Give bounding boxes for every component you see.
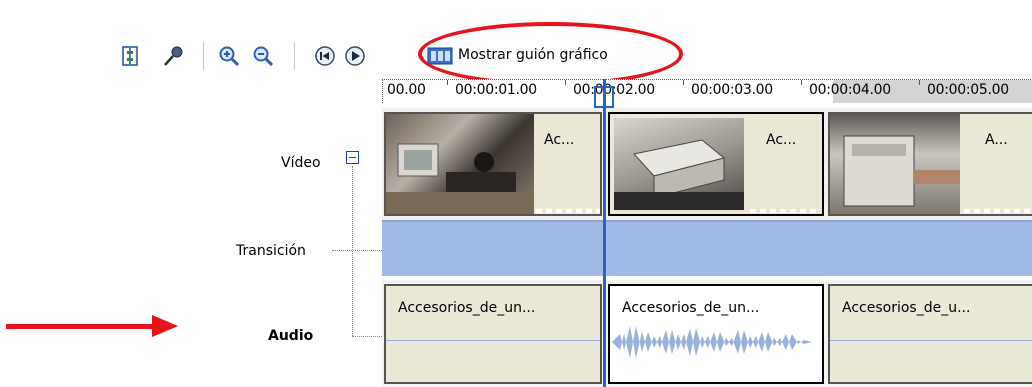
narrate-button[interactable] xyxy=(160,43,186,69)
video-clip[interactable]: Ac... xyxy=(384,112,602,216)
annotation-arrow xyxy=(6,324,156,329)
playhead-line[interactable] xyxy=(603,79,606,387)
audio-levels-icon xyxy=(122,46,138,66)
collapse-video-track-button[interactable] xyxy=(346,151,359,164)
audio-track-label: Audio xyxy=(268,328,314,344)
zoom-in-button[interactable] xyxy=(216,43,242,69)
transition-track-label: Transición xyxy=(236,243,306,259)
ruler-label: 00:00:05.00 xyxy=(927,82,1009,98)
ruler-label: 00:00:04.00 xyxy=(809,82,891,98)
waveform-baseline xyxy=(830,340,1032,341)
audio-clip-title: Accesorios_de_u... xyxy=(842,300,971,316)
film-strip-perforations xyxy=(750,209,820,213)
track-tree-line xyxy=(352,336,384,337)
clip-thumbnail xyxy=(386,114,534,214)
ruler-tick xyxy=(919,80,920,85)
microphone-icon xyxy=(164,46,183,66)
video-clip-title: A... xyxy=(985,132,1008,148)
zoom-out-icon xyxy=(253,46,274,67)
annotation-highlight-ellipse xyxy=(418,22,683,86)
zoom-out-button[interactable] xyxy=(250,43,276,69)
clip-thumbnail xyxy=(830,114,960,214)
video-clip-selected[interactable]: Ac... xyxy=(608,112,824,216)
film-strip-perforations xyxy=(536,209,600,213)
transition-track[interactable] xyxy=(382,220,1032,276)
rewind-button[interactable] xyxy=(312,43,338,69)
waveform-baseline xyxy=(386,340,600,341)
ruler-label: 00.00 xyxy=(387,82,426,98)
video-clip-title: Ac... xyxy=(544,132,575,148)
audio-track[interactable]: Accesorios_de_un... Accesorios_de_un... … xyxy=(382,280,1032,387)
rewind-icon xyxy=(315,46,335,66)
audio-clip[interactable]: Accesorios_de_u... xyxy=(828,284,1032,384)
audio-clip[interactable]: Accesorios_de_un... xyxy=(384,284,602,384)
video-track[interactable]: Ac... Ac... A... xyxy=(382,108,1032,220)
film-strip-perforations xyxy=(964,209,1032,213)
set-levels-button[interactable] xyxy=(117,43,143,69)
audio-clip-title: Accesorios_de_un... xyxy=(398,300,536,316)
audio-waveform xyxy=(612,326,820,358)
ruler-tick xyxy=(683,80,684,85)
ruler-label: 00:00:03.00 xyxy=(691,82,773,98)
playhead-handle[interactable] xyxy=(594,86,614,108)
video-track-label: Vídeo xyxy=(281,155,321,171)
clip-thumbnail xyxy=(614,118,744,210)
audio-clip-selected[interactable]: Accesorios_de_un... xyxy=(608,284,824,384)
time-ruler[interactable]: 00.00 00:00:01.00 00:00:02.00 00:00:03.0… xyxy=(382,79,1032,103)
video-clip[interactable]: A... xyxy=(828,112,1032,216)
play-icon xyxy=(345,46,365,66)
annotation-arrow-head xyxy=(152,315,178,337)
toolbar-separator xyxy=(294,42,296,70)
ruler-tick xyxy=(447,80,448,85)
timeline-tracks[interactable]: Ac... Ac... A... Accesorios_de_un... Acc… xyxy=(382,108,1032,387)
video-clip-title: Ac... xyxy=(766,132,797,148)
zoom-in-icon xyxy=(219,46,240,67)
ruler-tick xyxy=(565,80,566,85)
track-tree-line xyxy=(352,166,353,336)
ruler-label: 00:00:01.00 xyxy=(455,82,537,98)
ruler-tick xyxy=(801,80,802,85)
track-tree-line xyxy=(332,250,384,251)
play-button[interactable] xyxy=(342,43,368,69)
toolbar-separator xyxy=(203,42,205,70)
